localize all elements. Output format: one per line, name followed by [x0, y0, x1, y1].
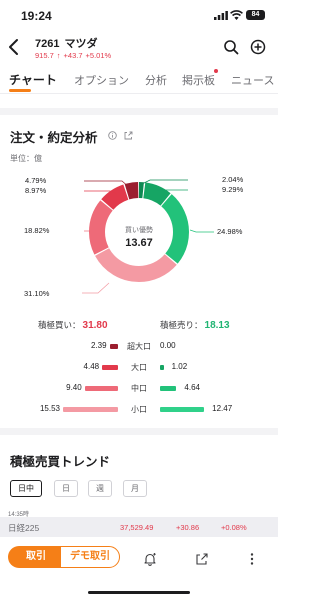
unit-label: 単位：億: [10, 154, 42, 163]
back-arrow-icon[interactable]: [7, 38, 21, 56]
share-icon[interactable]: [195, 552, 209, 566]
chip-week[interactable]: 週: [88, 480, 112, 497]
trend-title: 積極売買トレンド: [10, 455, 111, 469]
more-options-icon[interactable]: [245, 552, 259, 566]
sell-value-large: 1.02: [171, 362, 188, 371]
buy-value-small: 15.53: [39, 404, 60, 413]
buy-bar-medium: [84, 386, 118, 391]
sell-bar-small: [160, 407, 205, 412]
section-divider: [0, 428, 278, 435]
buy-value-large: 4.48: [83, 362, 100, 371]
pct-label-sell-xl: 2.04%: [222, 175, 244, 184]
donut-center-label: 買い優勢: [125, 227, 153, 234]
pct-label-buy-l: 8.97%: [25, 186, 47, 195]
size-label-large: 大口: [131, 363, 147, 372]
tab-board[interactable]: 掲示板: [182, 72, 215, 88]
buy-bar-super-large: [109, 344, 118, 349]
notification-dot: [214, 69, 218, 73]
size-label-super-large: 超大口: [127, 342, 151, 351]
status-time: 19:24: [21, 9, 52, 23]
sell-total-label: 積極売り：: [160, 320, 203, 330]
donut-center-value: 13.67: [125, 237, 153, 249]
alert-bell-icon[interactable]: [143, 552, 157, 566]
sell-value-super-large: 0.00: [160, 341, 176, 350]
chip-intraday[interactable]: 日中: [10, 480, 42, 497]
demo-trade-button[interactable]: デモ取引: [60, 546, 120, 568]
search-icon[interactable]: [223, 39, 239, 55]
home-indicator: [88, 591, 190, 594]
pct-label-sell-m: 24.98%: [217, 227, 243, 236]
stock-header: 7261 マツダ 915.7 ↑ +43.7 +5.01%: [0, 30, 278, 64]
buy-bar-small: [63, 407, 118, 412]
pct-label-buy-s: 31.10%: [24, 289, 50, 298]
buy-total-value: 31.80: [82, 320, 108, 331]
sell-total-value: 18.13: [204, 320, 230, 331]
wifi-icon: [230, 10, 243, 20]
stock-change-pct: +5.01%: [85, 51, 112, 60]
sell-value-small: 12.47: [212, 404, 233, 413]
stock-change: +43.7: [63, 51, 83, 60]
tab-options[interactable]: オプション: [74, 72, 129, 88]
tab-chart[interactable]: チャート: [9, 71, 57, 88]
buy-bar-large: [102, 365, 118, 370]
share-icon[interactable]: [124, 131, 133, 140]
tab-analysis[interactable]: 分析: [145, 72, 167, 88]
size-label-small: 小口: [131, 405, 147, 414]
tab-bar: チャート オプション 分析 掲示板 ニュース: [0, 64, 278, 94]
chip-day[interactable]: 日: [54, 480, 78, 497]
buy-total-label: 積極買い：: [38, 320, 81, 330]
size-label-medium: 中口: [131, 384, 147, 393]
pct-label-buy-xl: 4.79%: [25, 176, 47, 185]
index-value: 37,529.49: [120, 523, 154, 532]
pct-label-buy-m: 18.82%: [24, 226, 50, 235]
stock-title: 7261 マツダ: [35, 35, 102, 51]
section-divider: [0, 108, 278, 115]
status-bar: 19:24 84: [0, 0, 278, 30]
stock-price: 915.7: [35, 51, 54, 60]
battery-icon: 84: [246, 10, 265, 20]
sell-total: 積極売り： 18.13: [160, 319, 230, 331]
buy-value-super-large: 2.39: [90, 341, 107, 350]
buy-total: 積極買い： 31.80: [38, 319, 108, 331]
index-change-pct: +0.08%: [221, 523, 247, 532]
order-analysis-title: 注文・約定分析: [10, 131, 98, 145]
index-change: +30.86: [176, 523, 200, 532]
stock-code: 7261: [35, 38, 60, 50]
signal-icon: [214, 11, 228, 20]
pct-label-sell-l: 9.29%: [222, 185, 244, 194]
buy-value-medium: 9.40: [66, 383, 82, 392]
bottom-action-bar: 取引 デモ取引: [0, 540, 278, 576]
index-ticker[interactable]: 日経225 37,529.49 +30.86 +0.08%: [0, 517, 278, 537]
tab-news[interactable]: ニュース: [231, 72, 274, 88]
index-name: 日経225: [8, 523, 40, 533]
stock-quote: 915.7 ↑ +43.7 +5.01%: [35, 51, 114, 60]
up-arrow-icon: ↑: [56, 51, 61, 60]
watchlist-icon[interactable]: [250, 39, 266, 55]
trade-button[interactable]: 取引: [8, 546, 64, 568]
sell-bar-large: [160, 365, 164, 370]
chip-month[interactable]: 月: [123, 480, 147, 497]
tab-active-indicator: [9, 89, 31, 92]
info-icon[interactable]: [108, 131, 117, 140]
sell-bar-medium: [160, 386, 177, 391]
sell-value-medium: 4.64: [184, 383, 200, 392]
stock-name: マツダ: [64, 38, 98, 50]
